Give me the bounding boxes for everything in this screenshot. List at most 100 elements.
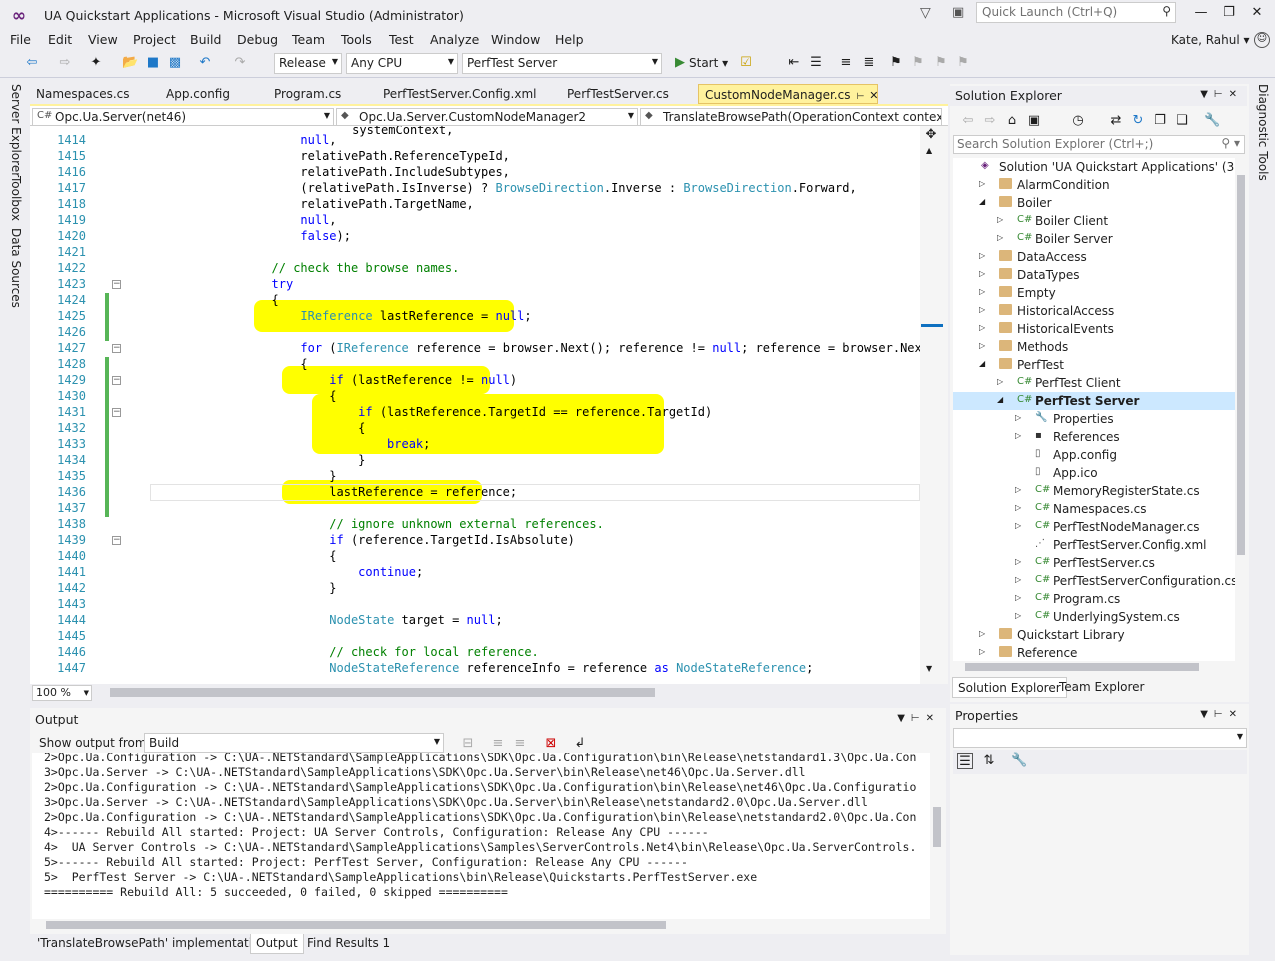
collapsed-arrow-icon[interactable]: ▷: [979, 269, 985, 278]
collapsed-arrow-icon[interactable]: ▷: [1015, 575, 1021, 584]
properties-wrench-icon[interactable]: 🔧: [1204, 113, 1220, 129]
solution-tree-item[interactable]: ▷ HistoricalEvents: [953, 320, 1235, 338]
diagnostic-tools-tab[interactable]: Diagnostic Tools: [1256, 84, 1270, 181]
redo-icon[interactable]: ↷: [232, 55, 248, 71]
home-icon[interactable]: ⌂: [1004, 113, 1020, 129]
navigate-back-icon[interactable]: ⇦: [24, 55, 40, 71]
quick-launch-input[interactable]: Quick Launch (Ctrl+Q) ⚲: [976, 2, 1176, 23]
editor-horizontal-scrollbar[interactable]: [110, 688, 940, 698]
solution-tree-item[interactable]: ▷ Quickstart Library: [953, 626, 1235, 644]
solution-tree-item[interactable]: ▷ C# PerfTestNodeManager.cs: [953, 518, 1235, 536]
collapsed-arrow-icon[interactable]: ▷: [979, 647, 985, 656]
solution-horizontal-scrollbar[interactable]: [953, 661, 1235, 673]
project-combo[interactable]: C# Opc.Ua.Server(net46) ▼: [32, 108, 334, 126]
code-editor[interactable]: systemContext, 1414 null, 1415 relativePath.…: [30, 126, 920, 684]
refresh-icon[interactable]: ↻: [1130, 113, 1146, 129]
menu-help[interactable]: Help: [555, 32, 584, 47]
solution-tree-item[interactable]: ◢ C# PerfTest Server: [953, 392, 1235, 410]
solution-tree-item[interactable]: ▷ Empty: [953, 284, 1235, 302]
solution-tree-item[interactable]: ▷ AlarmCondition: [953, 176, 1235, 194]
split-icon[interactable]: ✥: [924, 128, 938, 142]
categorized-icon[interactable]: ☰: [957, 753, 973, 769]
restore-button[interactable]: ❐: [1217, 2, 1241, 24]
comment-icon[interactable]: ≡: [838, 55, 854, 71]
menu-window[interactable]: Window: [491, 32, 540, 47]
pane-controls-icon[interactable]: ▼⊢✕: [1200, 89, 1243, 100]
collapsed-arrow-icon[interactable]: ▷: [997, 233, 1003, 242]
collapse-all-icon[interactable]: ❐: [1152, 113, 1168, 129]
collapse-region-icon[interactable]: −: [112, 408, 121, 417]
word-wrap-icon[interactable]: ↲: [572, 736, 588, 752]
collapsed-arrow-icon[interactable]: ▷: [1015, 611, 1021, 620]
menu-analyze[interactable]: Analyze: [430, 32, 479, 47]
minimize-button[interactable]: —: [1189, 2, 1213, 24]
menu-test[interactable]: Test: [389, 32, 414, 47]
solution-tree-item[interactable]: ⋰ PerfTestServer.Config.xml: [953, 536, 1235, 554]
collapsed-arrow-icon[interactable]: ▷: [979, 287, 985, 296]
solution-tree-item[interactable]: ◈ Solution 'UA Quickstart Applications' (…: [953, 158, 1235, 176]
configuration-select[interactable]: Release ▼: [274, 53, 342, 74]
solution-tree-item[interactable]: ▷ C# MemoryRegisterState.cs: [953, 482, 1235, 500]
toolbox-tab[interactable]: Toolbox: [9, 176, 23, 221]
class-combo[interactable]: ◆ Opc.Ua.Server.CustomNodeManager2 ▼: [336, 108, 638, 126]
solution-tree-item[interactable]: ▷ C# Namespaces.cs: [953, 500, 1235, 518]
collapsed-arrow-icon[interactable]: ▷: [979, 305, 985, 314]
collapsed-arrow-icon[interactable]: ▷: [979, 179, 985, 188]
collapsed-arrow-icon[interactable]: ▷: [997, 377, 1003, 386]
scroll-down-icon[interactable]: ▼: [926, 664, 932, 673]
prev-message-icon[interactable]: ≡: [490, 736, 506, 752]
start-icon[interactable]: ▶: [672, 55, 688, 71]
solution-tree-item[interactable]: ▯ App.ico: [953, 464, 1235, 482]
scroll-up-icon[interactable]: ▲: [926, 146, 932, 155]
collapsed-arrow-icon[interactable]: ▷: [1015, 431, 1021, 440]
scroll-thumb[interactable]: [46, 921, 666, 929]
solution-tree-item[interactable]: ▷ C# UnderlyingSystem.cs: [953, 608, 1235, 626]
collapse-region-icon[interactable]: −: [112, 344, 121, 353]
menu-edit[interactable]: Edit: [48, 32, 72, 47]
solution-tree-item[interactable]: ▷ ▪ References: [953, 428, 1235, 446]
alphabetical-icon[interactable]: ⇅: [981, 753, 997, 769]
property-pages-icon[interactable]: 🔧: [1011, 753, 1027, 769]
solution-tree-item[interactable]: ▯ App.config: [953, 446, 1235, 464]
next-message-icon[interactable]: ≡: [512, 736, 528, 752]
close-icon[interactable]: ✕: [869, 89, 878, 102]
find-message-icon[interactable]: ⊟: [460, 736, 476, 752]
pin-icon[interactable]: ⊢: [856, 92, 864, 102]
solution-tree-item[interactable]: ▷ DataAccess: [953, 248, 1235, 266]
output-vertical-scrollbar[interactable]: [930, 753, 944, 919]
solution-tree-item[interactable]: ▷ C# Boiler Client: [953, 212, 1235, 230]
switch-views-icon[interactable]: ▣: [1026, 113, 1042, 129]
collapsed-arrow-icon[interactable]: ▷: [1015, 521, 1021, 530]
tab-output[interactable]: Output: [250, 934, 304, 954]
bookmark-icon[interactable]: ⚑: [888, 55, 904, 71]
notifications-filter-icon[interactable]: ▽: [920, 5, 931, 21]
solution-tree-item[interactable]: ▷ C# Boiler Server: [953, 230, 1235, 248]
properties-object-select[interactable]: ▼: [953, 728, 1247, 748]
collapsed-arrow-icon[interactable]: ▷: [979, 251, 985, 260]
menu-build[interactable]: Build: [190, 32, 221, 47]
collapsed-arrow-icon[interactable]: ▷: [979, 341, 985, 350]
expanded-arrow-icon[interactable]: ◢: [997, 395, 1003, 404]
clear-bookmarks-icon[interactable]: ⚑: [955, 55, 971, 71]
forward-icon[interactable]: ⇨: [982, 113, 998, 129]
solution-tree-item[interactable]: ▷ Reference: [953, 644, 1235, 662]
feedback-icon[interactable]: ▣: [952, 5, 964, 20]
solution-tree-item[interactable]: ▷ DataTypes: [953, 266, 1235, 284]
new-project-icon[interactable]: ✦: [88, 55, 104, 71]
navigate-forward-icon[interactable]: ⇨: [57, 55, 73, 71]
startup-project-select[interactable]: PerfTest Server ▼: [462, 53, 662, 74]
tab-namespaces[interactable]: Namespaces.cs: [30, 84, 136, 104]
menu-tools[interactable]: Tools: [341, 32, 372, 47]
undo-icon[interactable]: ↶: [197, 55, 213, 71]
platform-select[interactable]: Any CPU ▼: [346, 53, 458, 74]
solution-tree-item[interactable]: ▷ C# PerfTestServerConfiguration.cs: [953, 572, 1235, 590]
output-text[interactable]: 2>Opc.Ua.Configuration -> C:\UA-.NETStan…: [32, 753, 930, 919]
find-icon[interactable]: ☑: [738, 55, 754, 71]
pending-changes-icon[interactable]: ◷: [1070, 113, 1086, 129]
avatar-icon[interactable]: ☺: [1254, 32, 1270, 48]
expanded-arrow-icon[interactable]: ◢: [979, 197, 985, 206]
solution-tree-item[interactable]: ▷ 🔧 Properties: [953, 410, 1235, 428]
collapse-region-icon[interactable]: −: [112, 280, 121, 289]
solution-tree-item[interactable]: ▷ C# PerfTestServer.cs: [953, 554, 1235, 572]
menu-team[interactable]: Team: [292, 32, 325, 47]
